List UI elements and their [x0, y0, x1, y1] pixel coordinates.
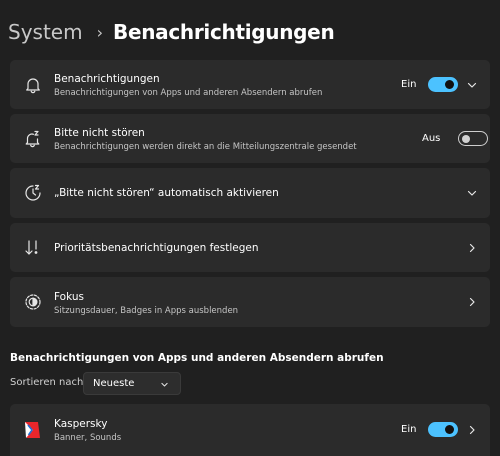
setting-subtitle: Sitzungsdauer, Badges in Apps ausblenden — [54, 306, 239, 316]
toggle-knob — [462, 134, 470, 143]
setting-do-not-disturb[interactable]: Bitte nicht stören Benachrichtigungen we… — [10, 114, 490, 163]
sort-value: Neueste — [93, 378, 135, 389]
chevron-right-icon[interactable] — [466, 424, 478, 436]
breadcrumb: System › Benachrichtigungen — [8, 18, 335, 46]
app-row-kaspersky[interactable]: Kaspersky Banner, Sounds Ein — [10, 404, 490, 456]
focus-icon — [23, 292, 43, 312]
page-title: Benachrichtigungen — [113, 20, 335, 44]
toggle-state-label: Ein — [401, 79, 417, 90]
setting-title: Bitte nicht stören — [54, 127, 145, 139]
do-not-disturb-toggle[interactable] — [458, 131, 488, 146]
breadcrumb-system[interactable]: System — [8, 20, 83, 44]
settings-page: System › Benachrichtigungen Benachrichti… — [0, 0, 500, 456]
kaspersky-toggle[interactable] — [428, 422, 458, 437]
setting-title: „Bitte nicht stören“ automatisch aktivie… — [54, 187, 279, 199]
setting-subtitle: Benachrichtigungen von Apps und anderen … — [54, 88, 323, 98]
toggle-state-label: Aus — [422, 133, 441, 144]
setting-title: Benachrichtigungen — [54, 73, 160, 85]
toggle-state-label: Ein — [401, 424, 417, 435]
clock-icon — [23, 183, 43, 203]
app-name: Kaspersky — [54, 418, 108, 430]
setting-subtitle: Benachrichtigungen werden direkt an die … — [54, 142, 357, 152]
chevron-down-icon — [160, 380, 169, 389]
breadcrumb-separator: › — [96, 22, 103, 42]
bell-icon — [23, 75, 43, 95]
setting-focus[interactable]: Fokus Sitzungsdauer, Badges in Apps ausb… — [10, 277, 490, 327]
setting-title: Fokus — [54, 291, 84, 303]
sort-dropdown[interactable]: Neueste — [83, 372, 181, 395]
apps-section-heading: Benachrichtigungen von Apps und anderen … — [10, 352, 384, 364]
setting-title: Prioritätsbenachrichtigungen festlegen — [54, 242, 259, 254]
setting-notifications[interactable]: Benachrichtigungen Benachrichtigungen vo… — [10, 60, 490, 109]
priority-sort-icon — [23, 238, 43, 258]
chevron-right-icon[interactable] — [466, 242, 478, 254]
setting-auto-dnd[interactable]: „Bitte nicht stören“ automatisch aktivie… — [10, 168, 490, 218]
sort-label: Sortieren nach: — [10, 377, 87, 388]
chevron-right-icon[interactable] — [466, 296, 478, 308]
bell-snooze-icon — [23, 129, 43, 149]
toggle-knob — [445, 80, 454, 89]
notifications-toggle[interactable] — [428, 77, 458, 92]
app-subtitle: Banner, Sounds — [54, 433, 122, 443]
toggle-knob — [445, 425, 454, 434]
setting-priority-notifications[interactable]: Prioritätsbenachrichtigungen festlegen — [10, 223, 490, 272]
chevron-down-icon[interactable] — [466, 187, 478, 199]
chevron-down-icon[interactable] — [466, 79, 478, 91]
kaspersky-logo-icon — [22, 420, 42, 440]
